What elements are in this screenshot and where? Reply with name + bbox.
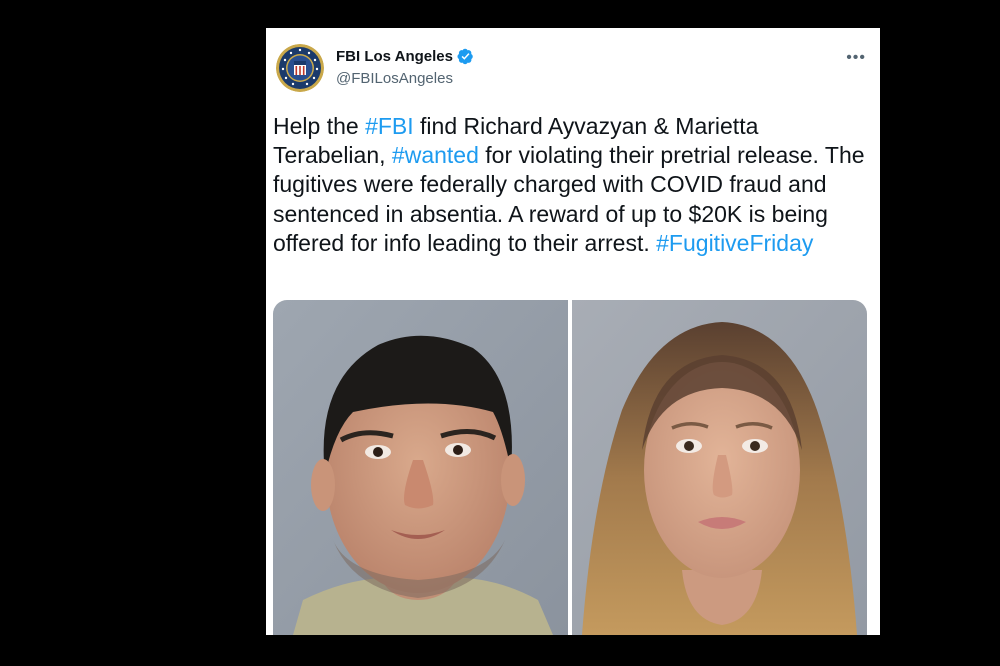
author-avatar[interactable] (276, 44, 324, 92)
fbi-seal-icon (276, 44, 324, 92)
verified-badge-icon (457, 48, 473, 65)
author-name[interactable]: FBI Los Angeles (336, 48, 453, 65)
tweet-card[interactable]: FBI Los Angeles @FBILosAngeles ••• Help … (266, 28, 880, 635)
more-options-icon[interactable]: ••• (846, 50, 866, 66)
hashtag-fbi[interactable]: #FBI (365, 113, 414, 139)
tweet-text: Help the #FBI find Richard Ayvazyan & Ma… (273, 112, 873, 258)
mugshot-photo-right[interactable] (572, 300, 867, 635)
tweet-media[interactable] (273, 300, 867, 635)
tweet-text-segment: Help the (273, 113, 366, 139)
author-handle[interactable]: @FBILosAngeles (336, 70, 453, 87)
hashtag-wanted[interactable]: #wanted (392, 142, 479, 168)
hashtag-fugitive-friday[interactable]: #FugitiveFriday (656, 230, 813, 256)
mugshot-photo-left[interactable] (273, 300, 568, 635)
author-name-row: FBI Los Angeles (336, 48, 474, 65)
